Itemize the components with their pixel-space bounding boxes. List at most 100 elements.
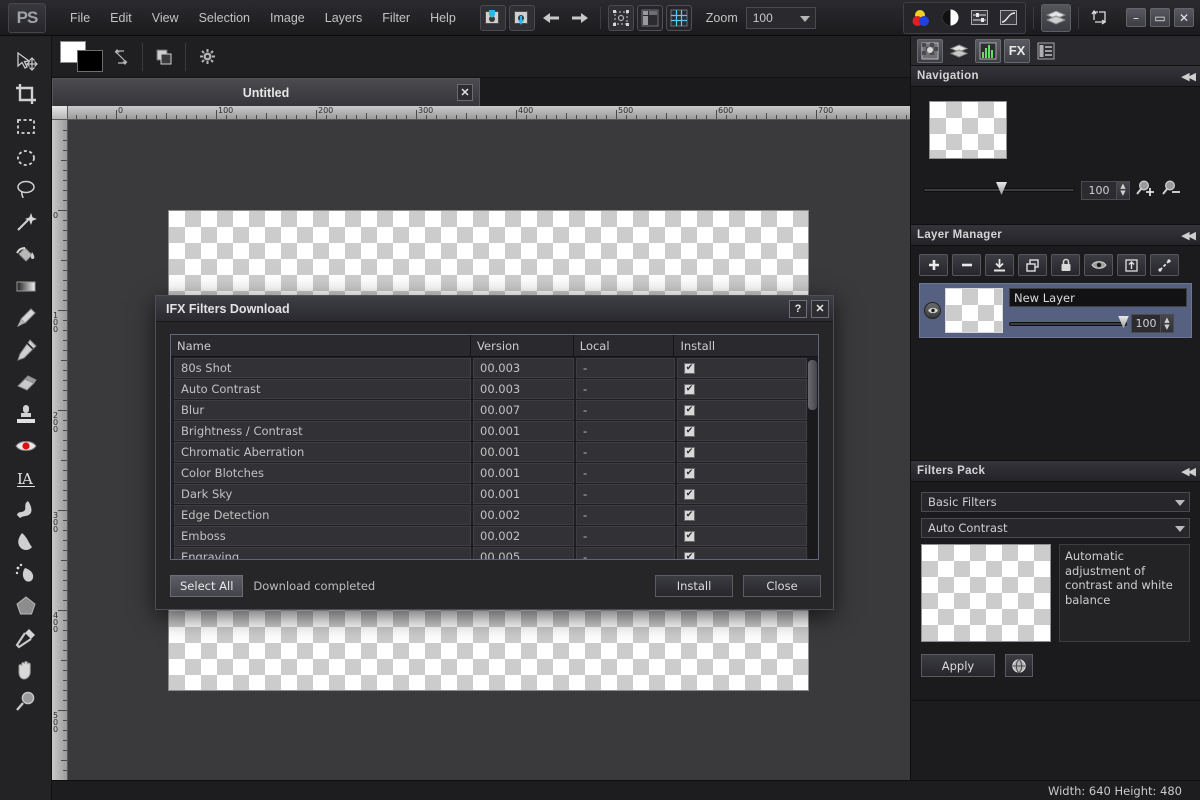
table-row[interactable]: Engraving 00.005- ✔ [171, 546, 818, 559]
layer-row[interactable]: New Layer 100 ▲ ▼ [919, 283, 1192, 338]
brush-tool[interactable] [0, 302, 52, 334]
minimize-button[interactable]: – [1126, 8, 1146, 27]
stamp-tool[interactable] [0, 398, 52, 430]
text-tool[interactable]: I A [0, 462, 52, 494]
layer-manager-header[interactable]: Layer Manager ◀◀ [911, 225, 1200, 246]
restore-button[interactable]: ▭ [1150, 8, 1170, 27]
menu-file[interactable]: File [60, 7, 100, 29]
filters-table[interactable]: Name Version Local Install 80s Shot 00.00… [170, 334, 819, 560]
move-tool[interactable] [0, 46, 52, 78]
fx-tab[interactable]: FX [1004, 38, 1030, 63]
install-checkbox[interactable]: ✔ [684, 488, 695, 500]
list-tab[interactable] [1033, 39, 1059, 63]
dialog-help-button[interactable]: ? [789, 299, 807, 318]
navigator-tab[interactable] [917, 38, 943, 63]
zoom-select[interactable]: 100 [745, 6, 816, 29]
globe-icon[interactable] [1005, 654, 1033, 677]
redo-arrow-icon[interactable] [567, 5, 593, 31]
menu-help[interactable]: Help [420, 7, 466, 29]
column-header-install[interactable]: Install [674, 335, 818, 357]
eyedropper-tool[interactable] [0, 622, 52, 654]
spray-tool[interactable] [0, 558, 52, 590]
undo-arrow-icon[interactable] [538, 5, 564, 31]
navigation-zoom-spinner[interactable]: ▲ ▼ [1117, 180, 1130, 200]
remove-layer-button[interactable] [952, 254, 981, 276]
levels-icon[interactable] [966, 5, 992, 31]
install-checkbox[interactable]: ✔ [684, 446, 695, 458]
apply-button[interactable]: Apply [921, 654, 995, 677]
color-wheel-icon[interactable] [908, 5, 934, 31]
table-row[interactable]: Chromatic Aberration 00.001- ✔ [171, 441, 818, 462]
install-checkbox[interactable]: ✔ [684, 551, 695, 559]
open-icon[interactable] [508, 4, 535, 31]
flip-layer-button[interactable] [1117, 254, 1146, 276]
install-checkbox[interactable]: ✔ [684, 530, 695, 542]
swap-colors-icon[interactable] [108, 44, 134, 70]
smudge-tool[interactable] [0, 494, 52, 526]
elliptical-select-tool[interactable] [0, 142, 52, 174]
collapse-icon[interactable]: ◀◀ [1181, 70, 1196, 83]
transform-icon[interactable] [607, 4, 634, 31]
install-checkbox[interactable]: ✔ [684, 425, 695, 437]
merge-down-button[interactable] [985, 254, 1014, 276]
gradient-tool[interactable] [0, 270, 52, 302]
layer-name-input[interactable]: New Layer [1009, 288, 1187, 307]
color-swatches[interactable] [60, 40, 108, 73]
zoom-slider-thumb[interactable] [996, 182, 1007, 195]
menu-layers[interactable]: Layers [315, 7, 373, 29]
install-checkbox[interactable]: ✔ [684, 467, 695, 479]
table-row[interactable]: Edge Detection 00.002- ✔ [171, 504, 818, 525]
magic-wand-tool[interactable] [0, 206, 52, 238]
layer-opacity-value[interactable]: 100 [1131, 314, 1161, 333]
layers-tab[interactable] [946, 39, 972, 63]
column-header-version[interactable]: Version [471, 335, 574, 357]
save-icon[interactable] [479, 4, 506, 31]
layer-opacity-spinner[interactable]: ▲ ▼ [1161, 314, 1174, 333]
menu-selection[interactable]: Selection [189, 7, 260, 29]
install-button[interactable]: Install [655, 575, 733, 597]
select-all-button[interactable]: Select All [170, 575, 244, 597]
install-checkbox[interactable]: ✔ [684, 362, 695, 374]
table-row[interactable]: Brightness / Contrast 00.001- ✔ [171, 420, 818, 441]
eraser-tool[interactable] [0, 366, 52, 398]
histogram-tab[interactable] [975, 38, 1001, 63]
pen-tool[interactable] [0, 334, 52, 366]
blur-tool[interactable] [0, 526, 52, 558]
table-scrollbar-thumb[interactable] [808, 360, 817, 410]
filter-category-select[interactable]: Basic Filters [921, 492, 1190, 512]
navigation-thumbnail[interactable] [929, 101, 1007, 159]
visibility-button[interactable] [1084, 254, 1113, 276]
resize-icon[interactable] [1086, 5, 1112, 31]
filter-preview-thumbnail[interactable] [921, 544, 1051, 642]
menu-edit[interactable]: Edit [100, 7, 142, 29]
filters-pack-header[interactable]: Filters Pack ◀◀ [911, 461, 1200, 482]
layers-stack-icon[interactable] [1041, 3, 1071, 32]
panel-layout-icon[interactable] [636, 4, 663, 31]
duplicate-layer-button[interactable] [1018, 254, 1047, 276]
collapse-icon[interactable]: ◀◀ [1181, 465, 1196, 478]
red-eye-tool[interactable] [0, 430, 52, 462]
table-scrollbar[interactable] [808, 358, 817, 559]
crop-tool[interactable] [0, 78, 52, 110]
table-row[interactable]: Blur 00.007- ✔ [171, 399, 818, 420]
install-checkbox[interactable]: ✔ [684, 404, 695, 416]
lock-layer-button[interactable] [1051, 254, 1080, 276]
document-close-icon[interactable]: ✕ [457, 84, 473, 101]
mask-icon[interactable] [151, 44, 177, 70]
collapse-icon[interactable]: ◀◀ [1181, 229, 1196, 242]
app-logo[interactable]: PS [8, 2, 46, 33]
dialog-title-bar[interactable]: IFX Filters Download ? ✕ [156, 296, 833, 322]
link-layers-button[interactable] [1150, 254, 1179, 276]
install-checkbox[interactable]: ✔ [684, 383, 695, 395]
dialog-close-icon[interactable]: ✕ [811, 299, 829, 318]
column-header-name[interactable]: Name [171, 335, 472, 357]
rectangular-select-tool[interactable] [0, 110, 52, 142]
grid-icon[interactable] [665, 4, 692, 31]
layer-opacity-thumb[interactable] [1118, 315, 1129, 329]
menu-view[interactable]: View [142, 7, 189, 29]
curves-icon[interactable] [995, 5, 1021, 31]
hand-tool[interactable] [0, 654, 52, 686]
navigation-zoom-value[interactable]: 100 [1081, 180, 1117, 200]
paint-bucket-tool[interactable] [0, 238, 52, 270]
zoom-in-icon[interactable] [1136, 179, 1156, 201]
